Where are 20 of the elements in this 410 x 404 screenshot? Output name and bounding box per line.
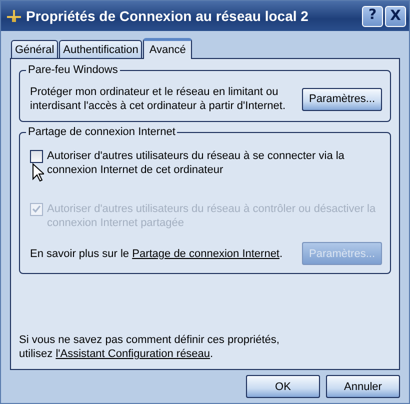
ok-button[interactable]: OK [246, 375, 320, 398]
description-text: Protéger mon ordinateur et le réseau en limitant ou interdisant l'accès à cet ordinateur à partir d'Internet. [30, 85, 287, 113]
window-title: Propriétés de Connexion au réseau local 2 [26, 8, 310, 24]
tab[interactable]: Avancé [143, 38, 192, 59]
wizard-link[interactable]: l'Assistant Configuration réseau [56, 348, 210, 360]
info-text: En savoir plus sur le Partage de connexion Internet. [30, 248, 283, 260]
checkbox[interactable] [30, 150, 43, 163]
settings-button[interactable]: Paramètres... [302, 88, 382, 110]
tab[interactable]: Général [11, 40, 58, 58]
group-title: Partage de connexion Internet [26, 126, 178, 138]
close-button[interactable]: X [385, 6, 406, 26]
group-title: Pare-feu Windows [26, 64, 120, 76]
checkbox-label: Autoriser d'autres utilisateurs du réseau à se connecter via la connexion Internet de cet ordinateur [47, 149, 346, 177]
help-button[interactable]: ? [362, 6, 383, 26]
help-text: Si vous ne savez pas comment définir ces propriétés, utilisez l'Assistant Configuration réseau. [19, 333, 280, 362]
tab[interactable]: Authentification [59, 40, 142, 58]
checkbox-label: Autoriser d'autres utilisateurs du réseau à contrôler ou désactiver la connexion Internet partagée [47, 202, 377, 230]
cancel-button[interactable]: Annuler [326, 375, 400, 398]
mouse-pointer-icon [32, 163, 44, 182]
help-link[interactable]: Partage de connexion Internet [132, 248, 280, 260]
